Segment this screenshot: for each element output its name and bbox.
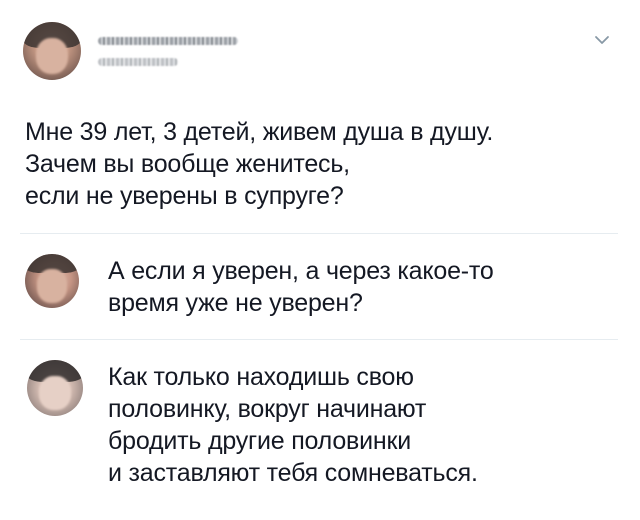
chevron-down-icon[interactable] — [594, 34, 610, 46]
reply-avatar[interactable] — [25, 254, 79, 308]
author-handle-redacted[interactable] — [98, 58, 178, 66]
divider — [20, 233, 618, 234]
reply-text-line-2: время уже не уверен? — [108, 289, 363, 317]
avatar-face — [36, 269, 68, 303]
divider — [20, 339, 618, 340]
tweet-text-line-3: если не уверены в супруге? — [25, 182, 344, 210]
tweet-text-line-2: Зачем вы вообще женитесь, — [25, 150, 350, 178]
reply-text-line-3: бродить другие половинки — [108, 427, 412, 455]
reply-text-line-4: и заставляют тебя сомневаться. — [108, 459, 478, 487]
reply-avatar[interactable] — [27, 360, 83, 416]
avatar-face — [39, 375, 71, 411]
author-name-redacted[interactable] — [98, 37, 238, 45]
reply-text-line-1: А если я уверен, а через какое-то — [108, 257, 494, 285]
author-avatar[interactable] — [23, 22, 81, 80]
reply-text-line-1: Как только находишь свою — [108, 363, 414, 391]
tweet-text-line-1: Мне 39 лет, 3 детей, живем душа в душу. — [25, 118, 494, 146]
reply-text-line-2: половинку, вокруг начинают — [108, 395, 427, 423]
avatar-face — [35, 38, 69, 75]
